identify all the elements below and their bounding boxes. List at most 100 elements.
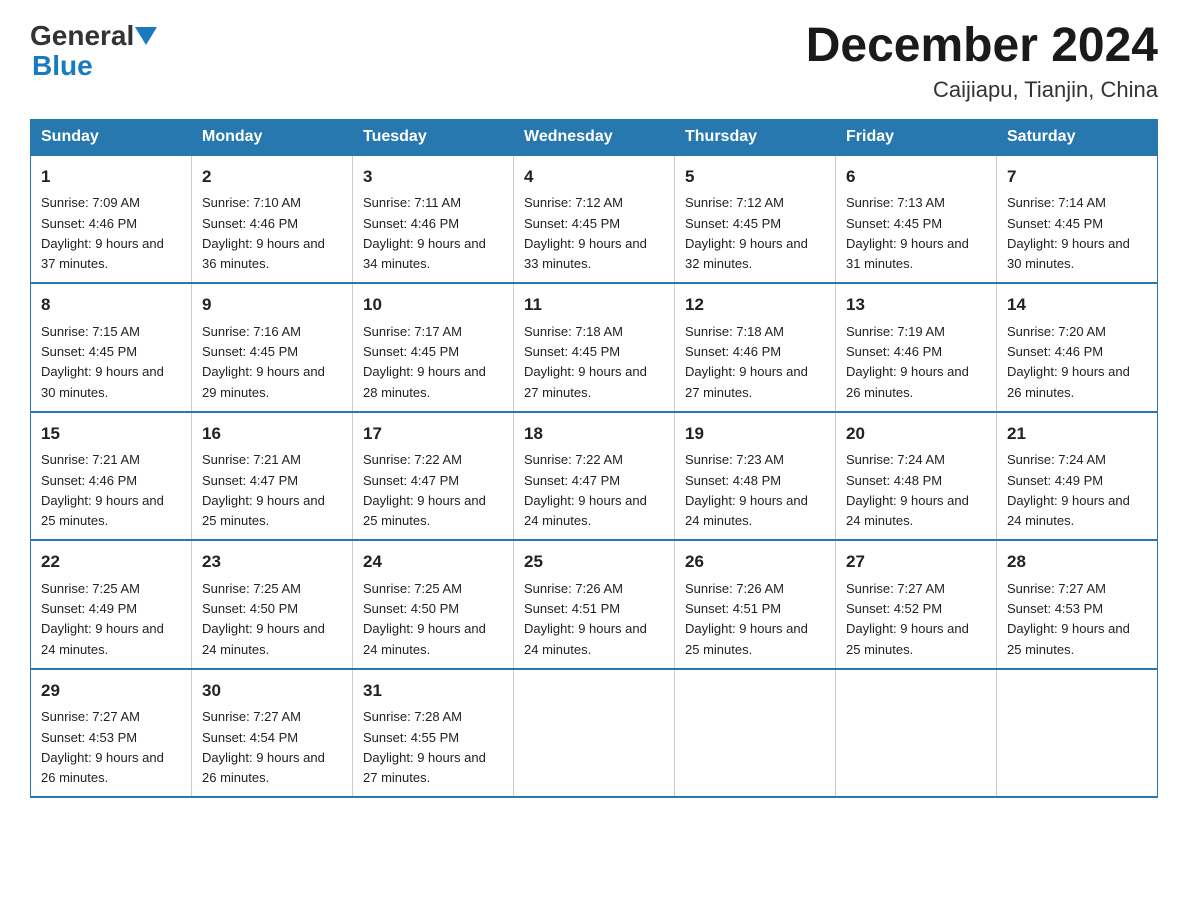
day-number: 24: [363, 549, 503, 575]
calendar-cell: 17 Sunrise: 7:22 AMSunset: 4:47 PMDaylig…: [353, 412, 514, 541]
calendar-table: SundayMondayTuesdayWednesdayThursdayFrid…: [30, 119, 1158, 799]
day-info: Sunrise: 7:25 AMSunset: 4:50 PMDaylight:…: [363, 581, 486, 657]
weekday-header-wednesday: Wednesday: [514, 119, 675, 155]
day-info: Sunrise: 7:23 AMSunset: 4:48 PMDaylight:…: [685, 452, 808, 528]
day-info: Sunrise: 7:24 AMSunset: 4:48 PMDaylight:…: [846, 452, 969, 528]
day-number: 3: [363, 164, 503, 190]
day-number: 18: [524, 421, 664, 447]
calendar-cell: 9 Sunrise: 7:16 AMSunset: 4:45 PMDayligh…: [192, 283, 353, 412]
day-info: Sunrise: 7:12 AMSunset: 4:45 PMDaylight:…: [524, 195, 647, 271]
day-info: Sunrise: 7:20 AMSunset: 4:46 PMDaylight:…: [1007, 324, 1130, 400]
day-number: 7: [1007, 164, 1147, 190]
day-number: 16: [202, 421, 342, 447]
calendar-cell: 29 Sunrise: 7:27 AMSunset: 4:53 PMDaylig…: [31, 669, 192, 798]
logo-blue-text: Blue: [32, 50, 93, 81]
day-info: Sunrise: 7:16 AMSunset: 4:45 PMDaylight:…: [202, 324, 325, 400]
calendar-cell: [514, 669, 675, 798]
calendar-cell: 23 Sunrise: 7:25 AMSunset: 4:50 PMDaylig…: [192, 540, 353, 669]
day-info: Sunrise: 7:22 AMSunset: 4:47 PMDaylight:…: [363, 452, 486, 528]
calendar-cell: 19 Sunrise: 7:23 AMSunset: 4:48 PMDaylig…: [675, 412, 836, 541]
weekday-header-friday: Friday: [836, 119, 997, 155]
page-header: General Blue December 2024 Caijiapu, Tia…: [30, 20, 1158, 103]
weekday-header-tuesday: Tuesday: [353, 119, 514, 155]
calendar-week-row: 8 Sunrise: 7:15 AMSunset: 4:45 PMDayligh…: [31, 283, 1158, 412]
calendar-cell: 1 Sunrise: 7:09 AMSunset: 4:46 PMDayligh…: [31, 155, 192, 284]
day-number: 1: [41, 164, 181, 190]
calendar-cell: 18 Sunrise: 7:22 AMSunset: 4:47 PMDaylig…: [514, 412, 675, 541]
day-number: 22: [41, 549, 181, 575]
day-number: 14: [1007, 292, 1147, 318]
calendar-week-row: 15 Sunrise: 7:21 AMSunset: 4:46 PMDaylig…: [31, 412, 1158, 541]
logo: General Blue: [30, 20, 157, 82]
day-number: 20: [846, 421, 986, 447]
calendar-cell: 5 Sunrise: 7:12 AMSunset: 4:45 PMDayligh…: [675, 155, 836, 284]
calendar-title: December 2024: [806, 20, 1158, 73]
day-number: 26: [685, 549, 825, 575]
day-info: Sunrise: 7:17 AMSunset: 4:45 PMDaylight:…: [363, 324, 486, 400]
day-info: Sunrise: 7:28 AMSunset: 4:55 PMDaylight:…: [363, 709, 486, 785]
day-number: 30: [202, 678, 342, 704]
weekday-header-sunday: Sunday: [31, 119, 192, 155]
day-number: 28: [1007, 549, 1147, 575]
calendar-cell: 22 Sunrise: 7:25 AMSunset: 4:49 PMDaylig…: [31, 540, 192, 669]
day-info: Sunrise: 7:19 AMSunset: 4:46 PMDaylight:…: [846, 324, 969, 400]
day-info: Sunrise: 7:26 AMSunset: 4:51 PMDaylight:…: [524, 581, 647, 657]
calendar-cell: 27 Sunrise: 7:27 AMSunset: 4:52 PMDaylig…: [836, 540, 997, 669]
day-info: Sunrise: 7:18 AMSunset: 4:45 PMDaylight:…: [524, 324, 647, 400]
day-number: 13: [846, 292, 986, 318]
logo-general-text: General: [30, 20, 134, 52]
calendar-week-row: 1 Sunrise: 7:09 AMSunset: 4:46 PMDayligh…: [31, 155, 1158, 284]
calendar-cell: 28 Sunrise: 7:27 AMSunset: 4:53 PMDaylig…: [997, 540, 1158, 669]
day-number: 19: [685, 421, 825, 447]
day-number: 11: [524, 292, 664, 318]
weekday-header-thursday: Thursday: [675, 119, 836, 155]
calendar-cell: 6 Sunrise: 7:13 AMSunset: 4:45 PMDayligh…: [836, 155, 997, 284]
calendar-cell: [836, 669, 997, 798]
day-info: Sunrise: 7:27 AMSunset: 4:52 PMDaylight:…: [846, 581, 969, 657]
day-info: Sunrise: 7:18 AMSunset: 4:46 PMDaylight:…: [685, 324, 808, 400]
day-number: 5: [685, 164, 825, 190]
day-number: 9: [202, 292, 342, 318]
calendar-cell: 16 Sunrise: 7:21 AMSunset: 4:47 PMDaylig…: [192, 412, 353, 541]
day-number: 25: [524, 549, 664, 575]
calendar-cell: 25 Sunrise: 7:26 AMSunset: 4:51 PMDaylig…: [514, 540, 675, 669]
calendar-cell: 24 Sunrise: 7:25 AMSunset: 4:50 PMDaylig…: [353, 540, 514, 669]
logo-triangle-icon: [135, 27, 157, 45]
day-number: 6: [846, 164, 986, 190]
calendar-cell: 21 Sunrise: 7:24 AMSunset: 4:49 PMDaylig…: [997, 412, 1158, 541]
weekday-header-monday: Monday: [192, 119, 353, 155]
day-number: 23: [202, 549, 342, 575]
calendar-cell: 11 Sunrise: 7:18 AMSunset: 4:45 PMDaylig…: [514, 283, 675, 412]
day-info: Sunrise: 7:21 AMSunset: 4:46 PMDaylight:…: [41, 452, 164, 528]
day-number: 17: [363, 421, 503, 447]
day-info: Sunrise: 7:13 AMSunset: 4:45 PMDaylight:…: [846, 195, 969, 271]
calendar-cell: [675, 669, 836, 798]
day-info: Sunrise: 7:27 AMSunset: 4:54 PMDaylight:…: [202, 709, 325, 785]
calendar-cell: 10 Sunrise: 7:17 AMSunset: 4:45 PMDaylig…: [353, 283, 514, 412]
calendar-cell: 7 Sunrise: 7:14 AMSunset: 4:45 PMDayligh…: [997, 155, 1158, 284]
calendar-cell: 8 Sunrise: 7:15 AMSunset: 4:45 PMDayligh…: [31, 283, 192, 412]
day-info: Sunrise: 7:12 AMSunset: 4:45 PMDaylight:…: [685, 195, 808, 271]
day-info: Sunrise: 7:24 AMSunset: 4:49 PMDaylight:…: [1007, 452, 1130, 528]
day-info: Sunrise: 7:15 AMSunset: 4:45 PMDaylight:…: [41, 324, 164, 400]
day-info: Sunrise: 7:25 AMSunset: 4:50 PMDaylight:…: [202, 581, 325, 657]
calendar-cell: 12 Sunrise: 7:18 AMSunset: 4:46 PMDaylig…: [675, 283, 836, 412]
day-number: 15: [41, 421, 181, 447]
day-info: Sunrise: 7:26 AMSunset: 4:51 PMDaylight:…: [685, 581, 808, 657]
title-section: December 2024 Caijiapu, Tianjin, China: [806, 20, 1158, 103]
day-number: 12: [685, 292, 825, 318]
calendar-cell: 3 Sunrise: 7:11 AMSunset: 4:46 PMDayligh…: [353, 155, 514, 284]
day-info: Sunrise: 7:27 AMSunset: 4:53 PMDaylight:…: [41, 709, 164, 785]
calendar-cell: 15 Sunrise: 7:21 AMSunset: 4:46 PMDaylig…: [31, 412, 192, 541]
calendar-cell: 30 Sunrise: 7:27 AMSunset: 4:54 PMDaylig…: [192, 669, 353, 798]
calendar-cell: 20 Sunrise: 7:24 AMSunset: 4:48 PMDaylig…: [836, 412, 997, 541]
calendar-cell: [997, 669, 1158, 798]
weekday-header-row: SundayMondayTuesdayWednesdayThursdayFrid…: [31, 119, 1158, 155]
day-info: Sunrise: 7:25 AMSunset: 4:49 PMDaylight:…: [41, 581, 164, 657]
day-info: Sunrise: 7:27 AMSunset: 4:53 PMDaylight:…: [1007, 581, 1130, 657]
calendar-cell: 4 Sunrise: 7:12 AMSunset: 4:45 PMDayligh…: [514, 155, 675, 284]
day-info: Sunrise: 7:21 AMSunset: 4:47 PMDaylight:…: [202, 452, 325, 528]
day-number: 4: [524, 164, 664, 190]
day-number: 8: [41, 292, 181, 318]
day-number: 2: [202, 164, 342, 190]
